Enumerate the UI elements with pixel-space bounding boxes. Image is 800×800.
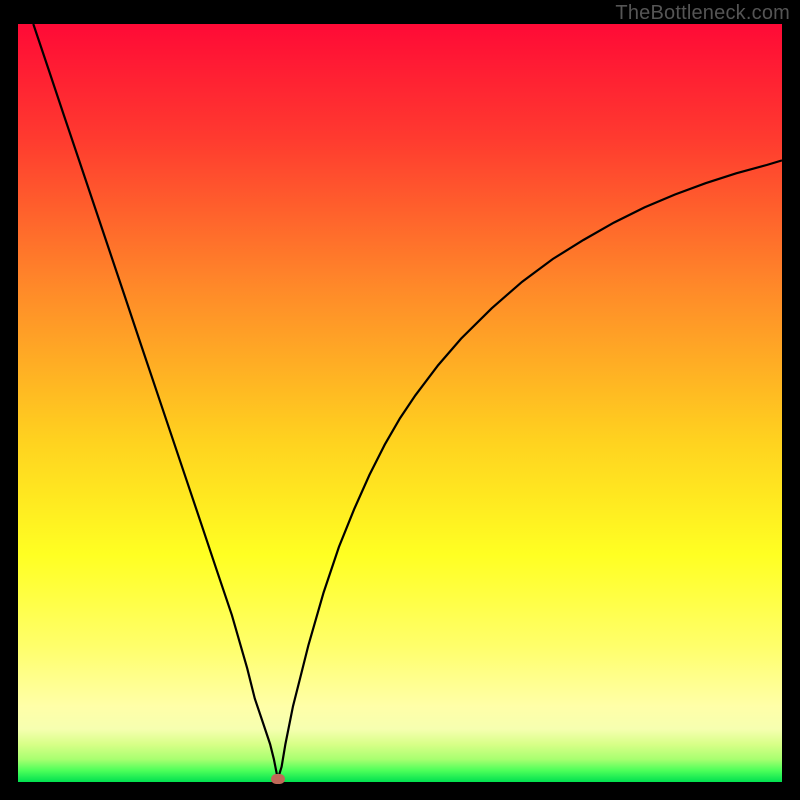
gradient-background: [18, 24, 782, 782]
watermark-text: TheBottleneck.com: [615, 2, 790, 25]
bottleneck-chart: [18, 24, 782, 782]
chart-frame: [18, 24, 782, 782]
minimum-marker: [271, 774, 285, 784]
